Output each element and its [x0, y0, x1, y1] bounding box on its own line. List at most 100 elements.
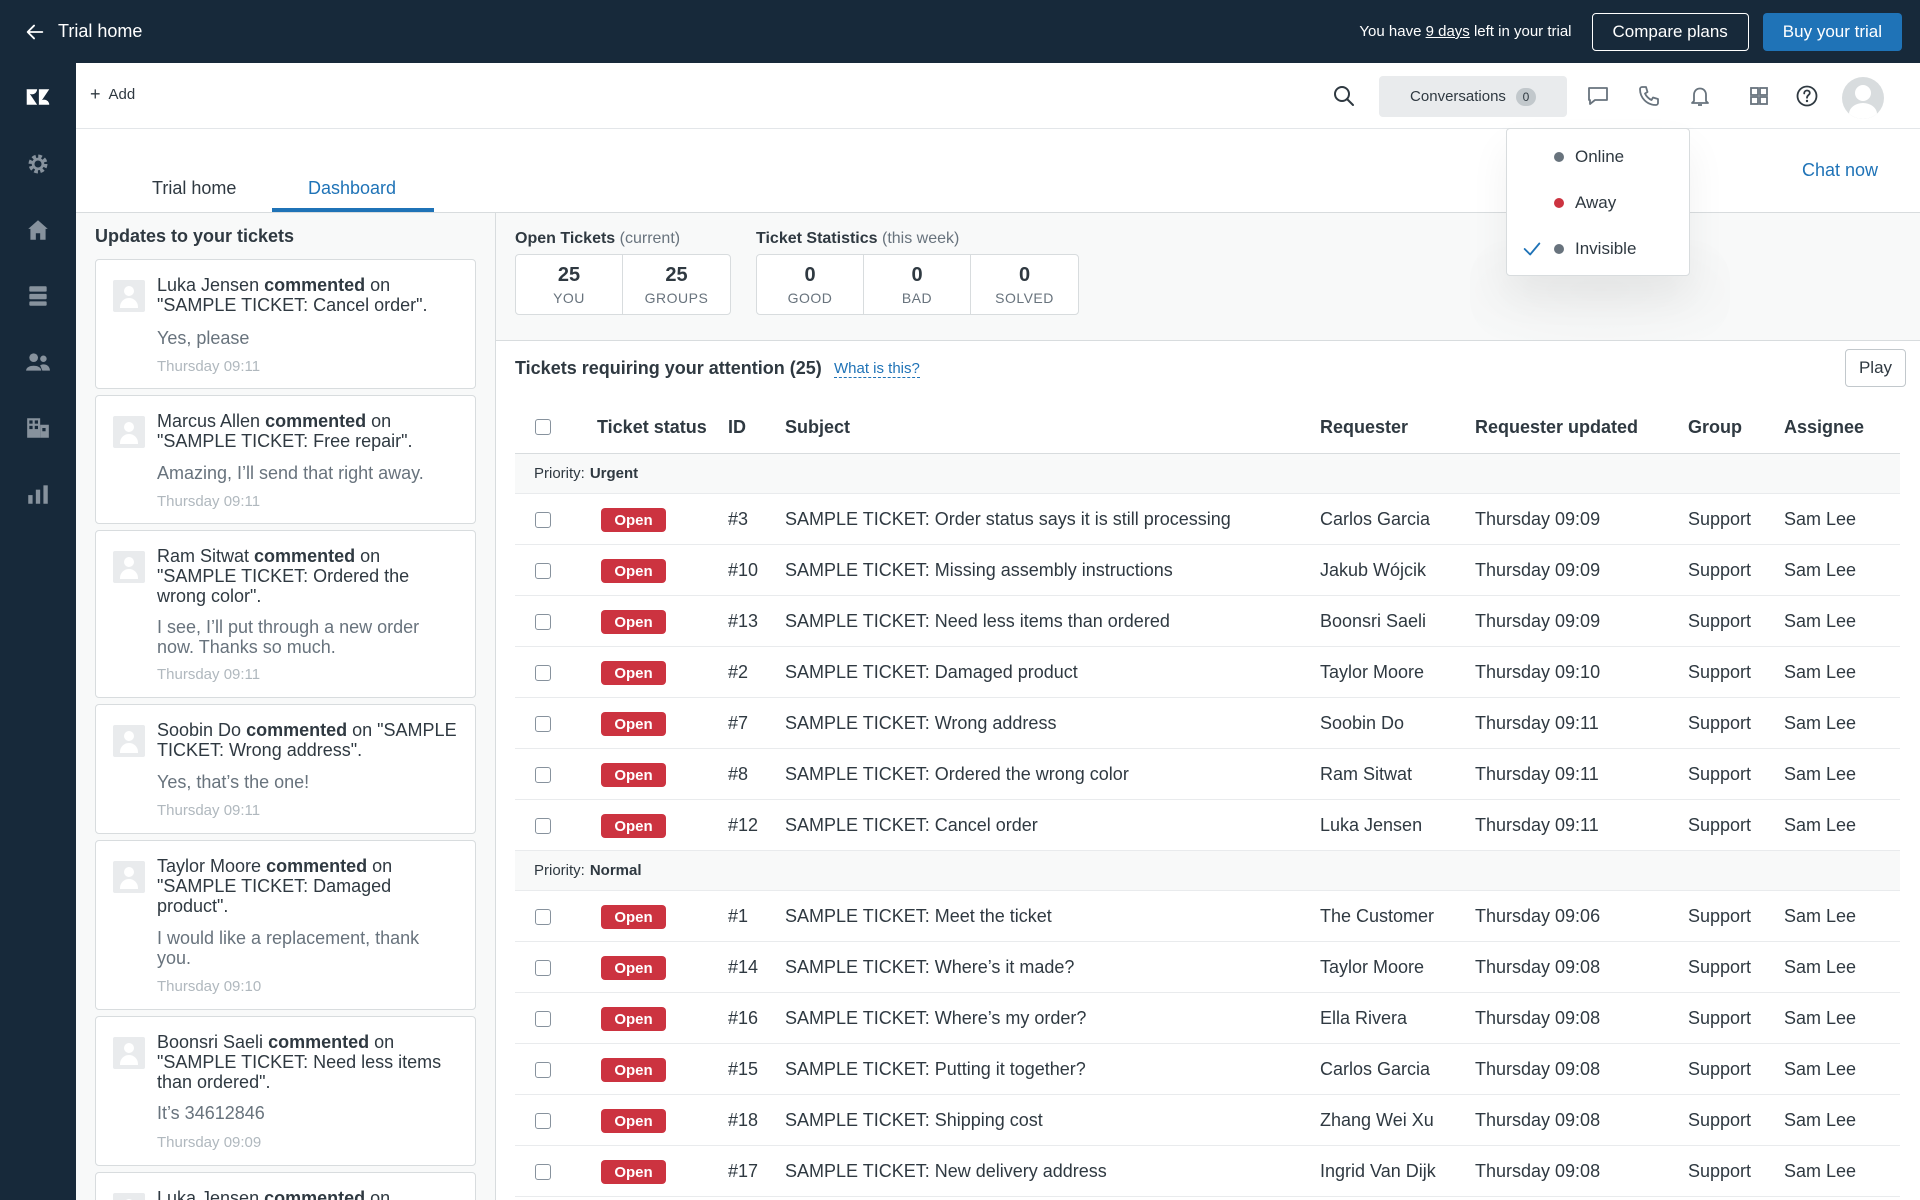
table-row[interactable]: Open #10 SAMPLE TICKET: Missing assembly i… — [515, 545, 1900, 596]
phone-icon[interactable] — [1636, 83, 1662, 109]
table-row[interactable]: Open #14 SAMPLE TICKET: Where’s it made? Ta… — [515, 942, 1900, 993]
ticket-subject[interactable]: SAMPLE TICKET: Putting it together? — [785, 1059, 1086, 1080]
buy-trial-button[interactable]: Buy your trial — [1762, 12, 1902, 51]
ticket-subject[interactable]: SAMPLE TICKET: Where’s it made? — [785, 957, 1074, 978]
play-button[interactable]: Play — [1845, 349, 1906, 387]
ticket-subject[interactable]: SAMPLE TICKET: Order status says it is s… — [785, 509, 1231, 530]
zendesk-logo-icon[interactable] — [0, 75, 76, 119]
row-checkbox[interactable] — [535, 716, 551, 732]
add-button[interactable]: + Add — [90, 85, 135, 103]
ticket-subject[interactable]: SAMPLE TICKET: Wrong address — [785, 713, 1056, 734]
conversations-button[interactable]: Conversations 0 — [1379, 76, 1567, 117]
chat-now-link[interactable]: Chat now — [1802, 160, 1878, 181]
status-badge: Open — [601, 905, 666, 929]
table-row[interactable]: Open #3 SAMPLE TICKET: Order status says i… — [515, 494, 1900, 545]
ticket-subject[interactable]: SAMPLE TICKET: New delivery address — [785, 1161, 1107, 1182]
row-checkbox[interactable] — [535, 512, 551, 528]
tab-dashboard[interactable]: Dashboard — [308, 178, 396, 199]
row-checkbox[interactable] — [535, 563, 551, 579]
update-card[interactable]: Boonsri Saeli commented on "SAMPLE TICKET… — [95, 1016, 476, 1166]
home-icon[interactable] — [0, 208, 76, 252]
update-card[interactable]: Luka Jensen commented on "SAMPLE TICKET: … — [95, 259, 476, 389]
updates-panel: Updates to your tickets Luka Jensen comm… — [76, 213, 496, 1200]
reporting-icon[interactable] — [0, 472, 76, 516]
stat-bad[interactable]: 0 BAD — [864, 255, 971, 314]
col-subject[interactable]: Subject — [785, 417, 850, 438]
ticket-subject[interactable]: SAMPLE TICKET: Missing assembly instruct… — [785, 560, 1173, 581]
ticket-subject[interactable]: SAMPLE TICKET: Need less items than orde… — [785, 611, 1170, 632]
what-is-this-link[interactable]: What is this? — [834, 360, 920, 378]
table-row[interactable]: Open #17 SAMPLE TICKET: New delivery addre… — [515, 1146, 1900, 1197]
row-checkbox[interactable] — [535, 1113, 551, 1129]
stat-you[interactable]: 25 YOU — [516, 255, 623, 314]
row-checkbox[interactable] — [535, 909, 551, 925]
ticket-subject[interactable]: SAMPLE TICKET: Cancel order — [785, 815, 1038, 836]
table-row[interactable]: Open #1 SAMPLE TICKET: Meet the ticket The … — [515, 891, 1900, 942]
row-checkbox[interactable] — [535, 1062, 551, 1078]
col-id[interactable]: ID — [728, 417, 746, 438]
apps-grid-icon[interactable] — [1746, 83, 1772, 109]
col-assignee[interactable]: Assignee — [1784, 417, 1864, 438]
table-row[interactable]: Open #12 SAMPLE TICKET: Cancel order Luka J… — [515, 800, 1900, 851]
help-icon[interactable] — [1794, 83, 1820, 109]
update-card[interactable]: Marcus Allen commented on "SAMPLE TICKET:… — [95, 395, 476, 524]
update-time: Thursday 09:11 — [157, 358, 261, 375]
back-to-trial-home[interactable]: Trial home — [24, 21, 142, 43]
table-row[interactable]: Open #13 SAMPLE TICKET: Need less items th… — [515, 596, 1900, 647]
tab-trial-home[interactable]: Trial home — [152, 178, 236, 199]
views-icon[interactable] — [0, 274, 76, 318]
col-ticket-status[interactable]: Ticket status — [597, 417, 707, 438]
update-card[interactable]: Ram Sitwat commented on "SAMPLE TICKET: O… — [95, 530, 476, 698]
plus-icon: + — [90, 84, 101, 104]
row-checkbox[interactable] — [535, 960, 551, 976]
presence-option-online[interactable]: Online — [1507, 137, 1691, 177]
avatar[interactable] — [1842, 77, 1884, 119]
customers-icon[interactable] — [0, 340, 76, 384]
ticket-id: #18 — [728, 1110, 759, 1130]
ticket-subject[interactable]: SAMPLE TICKET: Meet the ticket — [785, 906, 1052, 927]
ticket-id: #13 — [728, 611, 759, 631]
select-all-checkbox[interactable] — [535, 419, 551, 435]
row-checkbox[interactable] — [535, 818, 551, 834]
ticket-subject[interactable]: SAMPLE TICKET: Ordered the wrong color — [785, 764, 1129, 785]
table-row[interactable]: Open #15 SAMPLE TICKET: Putting it togethe… — [515, 1044, 1900, 1095]
open-tickets-boxes: 25 YOU 25 GROUPS — [515, 254, 731, 315]
ticket-subject[interactable]: SAMPLE TICKET: Damaged product — [785, 662, 1078, 683]
row-checkbox[interactable] — [535, 767, 551, 783]
presence-option-invisible[interactable]: Invisible — [1507, 229, 1691, 269]
presence-option-away[interactable]: Away — [1507, 183, 1691, 223]
col-group[interactable]: Group — [1688, 417, 1742, 438]
compare-plans-button[interactable]: Compare plans — [1591, 12, 1749, 51]
stat-groups[interactable]: 25 GROUPS — [623, 255, 730, 314]
ticket-subject[interactable]: SAMPLE TICKET: Where’s my order? — [785, 1008, 1086, 1029]
update-card[interactable]: Luka Jensen commented on — [95, 1172, 476, 1200]
search-icon[interactable] — [1331, 83, 1357, 109]
bell-icon[interactable] — [1687, 83, 1713, 109]
row-checkbox[interactable] — [535, 1011, 551, 1027]
gear-icon[interactable] — [0, 142, 76, 186]
status-badge: Open — [601, 1007, 666, 1031]
table-row[interactable]: Open #8 SAMPLE TICKET: Ordered the wrong c… — [515, 749, 1900, 800]
row-checkbox[interactable] — [535, 1164, 551, 1180]
table-row[interactable]: Open #7 SAMPLE TICKET: Wrong address Soobin… — [515, 698, 1900, 749]
priority-name: Urgent — [589, 465, 639, 482]
update-card[interactable]: Taylor Moore commented on "SAMPLE TICKET… — [95, 840, 476, 1010]
status-badge: Open — [601, 712, 666, 736]
trial-days-link[interactable]: 9 days — [1426, 23, 1470, 40]
col-requester[interactable]: Requester — [1320, 417, 1408, 438]
row-checkbox[interactable] — [535, 614, 551, 630]
ticket-requester-updated: Thursday 09:11 — [1475, 713, 1599, 733]
organizations-icon[interactable] — [0, 406, 76, 450]
table-row[interactable]: Open #2 SAMPLE TICKET: Damaged product Tayl… — [515, 647, 1900, 698]
chat-bubble-icon[interactable] — [1585, 83, 1611, 109]
update-card[interactable]: Soobin Do commented on "SAMPLE TICKET: W… — [95, 704, 476, 834]
ticket-id: #8 — [728, 764, 749, 784]
ticket-subject[interactable]: SAMPLE TICKET: Shipping cost — [785, 1110, 1043, 1131]
row-checkbox[interactable] — [535, 665, 551, 681]
table-row[interactable]: Open #18 SAMPLE TICKET: Shipping cost Zhang… — [515, 1095, 1900, 1146]
ticket-id: #2 — [728, 662, 749, 682]
stat-good[interactable]: 0 GOOD — [757, 255, 864, 314]
table-row[interactable]: Open #16 SAMPLE TICKET: Where’s my order? E… — [515, 993, 1900, 1044]
col-requester-updated[interactable]: Requester updated — [1475, 417, 1638, 438]
stat-solved[interactable]: 0 SOLVED — [971, 255, 1078, 314]
